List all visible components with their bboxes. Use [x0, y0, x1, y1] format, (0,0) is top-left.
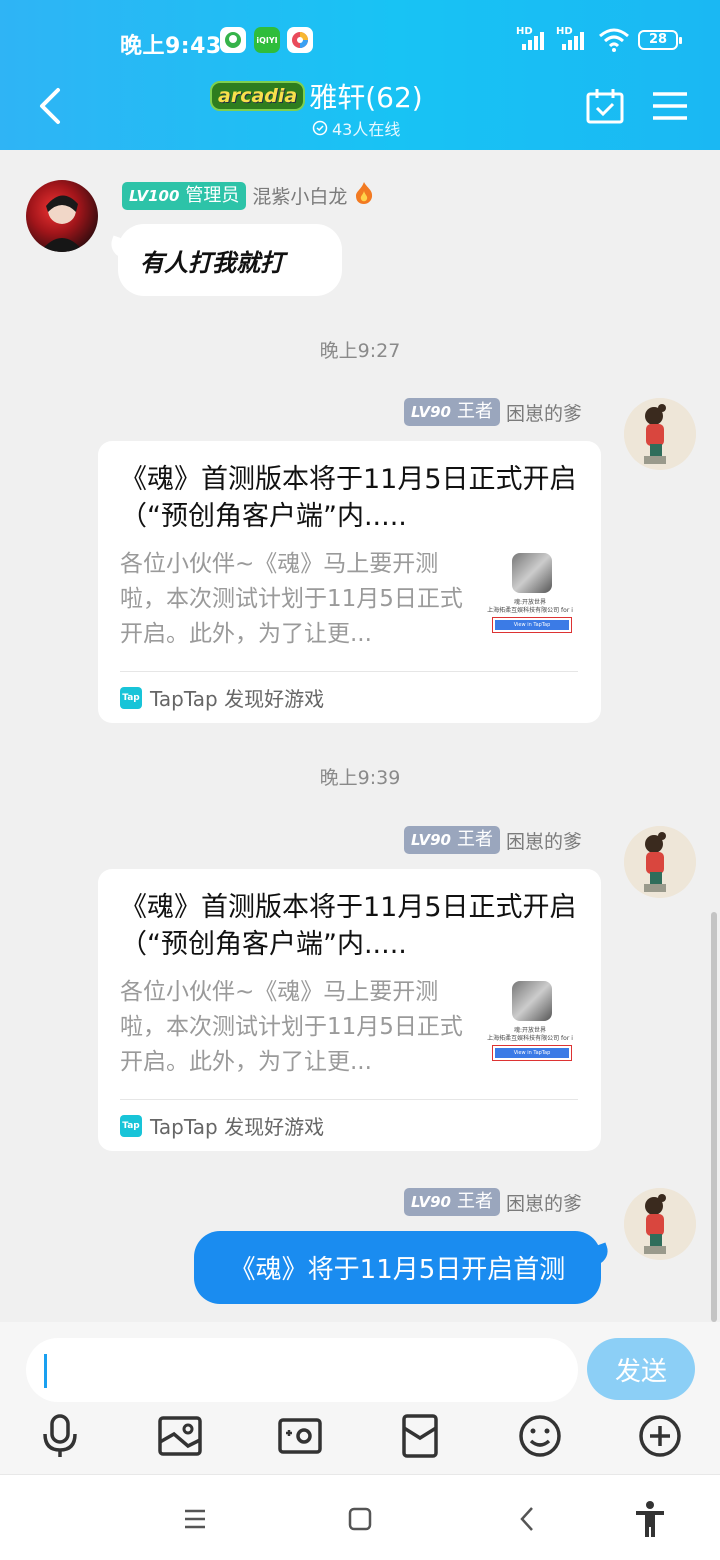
system-nav-bar [0, 1474, 720, 1560]
sender-info: LV90 王者 困崽的爹 [404, 826, 582, 854]
text-caret [44, 1354, 47, 1388]
message-input[interactable] [26, 1338, 578, 1402]
card-title: 《魂》首测版本将于11月5日正式开启（“预创角客户端”内..... [120, 892, 577, 960]
online-count: 43人在线 [312, 116, 400, 140]
message-text: 《魂》将于11月5日开启首测 [229, 1255, 566, 1285]
red-packet-icon[interactable] [396, 1412, 444, 1460]
timestamp: 晚上9:39 [319, 767, 401, 789]
chat-header: 晚上9:43 iQIYI HD HD 28 arcadia 雅轩(62) 43人… [0, 0, 720, 150]
online-text: 43人在线 [332, 120, 401, 139]
card-source: Tap TapTap 发现好游戏 [120, 683, 324, 712]
back-button[interactable] [30, 84, 70, 128]
sender-name[interactable]: 混紫小白龙 [252, 182, 347, 209]
app-icon [287, 27, 313, 53]
card-thumbnail: 魂:开放世界 上海拓柔互娱科技有限公司 for i View in TapTap [482, 549, 578, 645]
thumb-button: View in TapTap [492, 1045, 572, 1061]
sender-name[interactable]: 困崽的爹 [506, 399, 582, 426]
message-bubble[interactable]: 有人打我就打 [118, 224, 342, 296]
plus-icon[interactable] [636, 1412, 684, 1460]
taptap-icon: Tap [120, 1114, 142, 1137]
camera-icon[interactable] [276, 1412, 324, 1460]
qq-icon [220, 27, 246, 53]
back-nav-icon[interactable] [508, 1499, 548, 1539]
iqiyi-icon: iQIYI [254, 27, 280, 53]
card-title: 《魂》首测版本将于11月5日正式开启（“预创角客户端”内..... [120, 464, 577, 532]
sender-info: LV90 王者 困崽的爹 [404, 1188, 582, 1216]
microphone-icon[interactable] [36, 1412, 84, 1460]
thumb-button: View in TapTap [492, 617, 572, 633]
level-tag: LV90 王者 [404, 1188, 500, 1216]
status-time: 晚上9:43 [120, 34, 222, 59]
avatar[interactable] [624, 1188, 696, 1260]
group-title: 雅轩(62) [309, 81, 423, 114]
send-button[interactable]: 发送 [587, 1338, 695, 1400]
avatar[interactable] [26, 180, 98, 252]
group-badge: arcadia [210, 81, 306, 111]
status-bar: 晚上9:43 iQIYI HD HD 28 [0, 24, 720, 60]
divider [120, 1099, 578, 1100]
accessibility-icon[interactable] [630, 1499, 670, 1539]
link-card[interactable]: 《魂》首测版本将于11月5日正式开启（“预创角客户端”内..... 各位小伙伴~… [98, 869, 601, 1151]
thumb-publisher: 上海拓柔互娱科技有限公司 for i [487, 607, 573, 614]
image-icon[interactable] [156, 1412, 204, 1460]
level-tag: LV100 管理员 [122, 181, 247, 210]
link-card[interactable]: 《魂》首测版本将于11月5日正式开启（“预创角客户端”内..... 各位小伙伴~… [98, 441, 601, 723]
wifi-icon [598, 28, 630, 56]
avatar[interactable] [624, 826, 696, 898]
divider [120, 671, 578, 672]
sender-info: LV90 王者 困崽的爹 [404, 398, 582, 426]
thumb-publisher: 上海拓柔互娱科技有限公司 for i [487, 1035, 573, 1042]
menu-icon[interactable] [650, 86, 690, 126]
card-source: Tap TapTap 发现好游戏 [120, 1111, 324, 1140]
card-description: 各位小伙伴~《魂》马上要开测啦，本次测试计划于11月5日正式开启。此外，为了让更… [120, 979, 463, 1075]
taptap-icon: Tap [120, 686, 142, 709]
scrollbar[interactable] [711, 912, 717, 1322]
battery-icon: 28 [638, 30, 682, 50]
card-source-text: TapTap 发现好游戏 [150, 1115, 325, 1139]
message-bubble[interactable]: 《魂》将于11月5日开启首测 [194, 1231, 601, 1304]
game-logo-icon [512, 981, 552, 1021]
check-circle-icon [312, 120, 328, 136]
emoji-icon[interactable] [516, 1412, 564, 1460]
level-tag: LV90 王者 [404, 826, 500, 854]
composer: 发送 [0, 1322, 720, 1474]
card-source-text: TapTap 发现好游戏 [150, 687, 325, 711]
sender-name[interactable]: 困崽的爹 [506, 827, 582, 854]
calendar-check-icon[interactable] [585, 86, 625, 126]
level-tag: LV90 王者 [404, 398, 500, 426]
message-text: 有人打我就打 [140, 247, 284, 277]
sender-name[interactable]: 困崽的爹 [506, 1189, 582, 1216]
avatar[interactable] [624, 398, 696, 470]
card-thumbnail: 魂:开放世界 上海拓柔互娱科技有限公司 for i View in TapTap [482, 977, 578, 1073]
home-icon[interactable] [340, 1499, 380, 1539]
sender-info: LV100 管理员 混紫小白龙 [122, 181, 375, 210]
card-description: 各位小伙伴~《魂》马上要开测啦，本次测试计划于11月5日正式开启。此外，为了让更… [120, 551, 463, 647]
recent-apps-icon[interactable] [175, 1499, 215, 1539]
timestamp: 晚上9:27 [319, 340, 401, 362]
game-logo-icon [512, 553, 552, 593]
chat-title[interactable]: arcadia 雅轩(62) [210, 76, 423, 116]
fire-icon [353, 181, 375, 210]
